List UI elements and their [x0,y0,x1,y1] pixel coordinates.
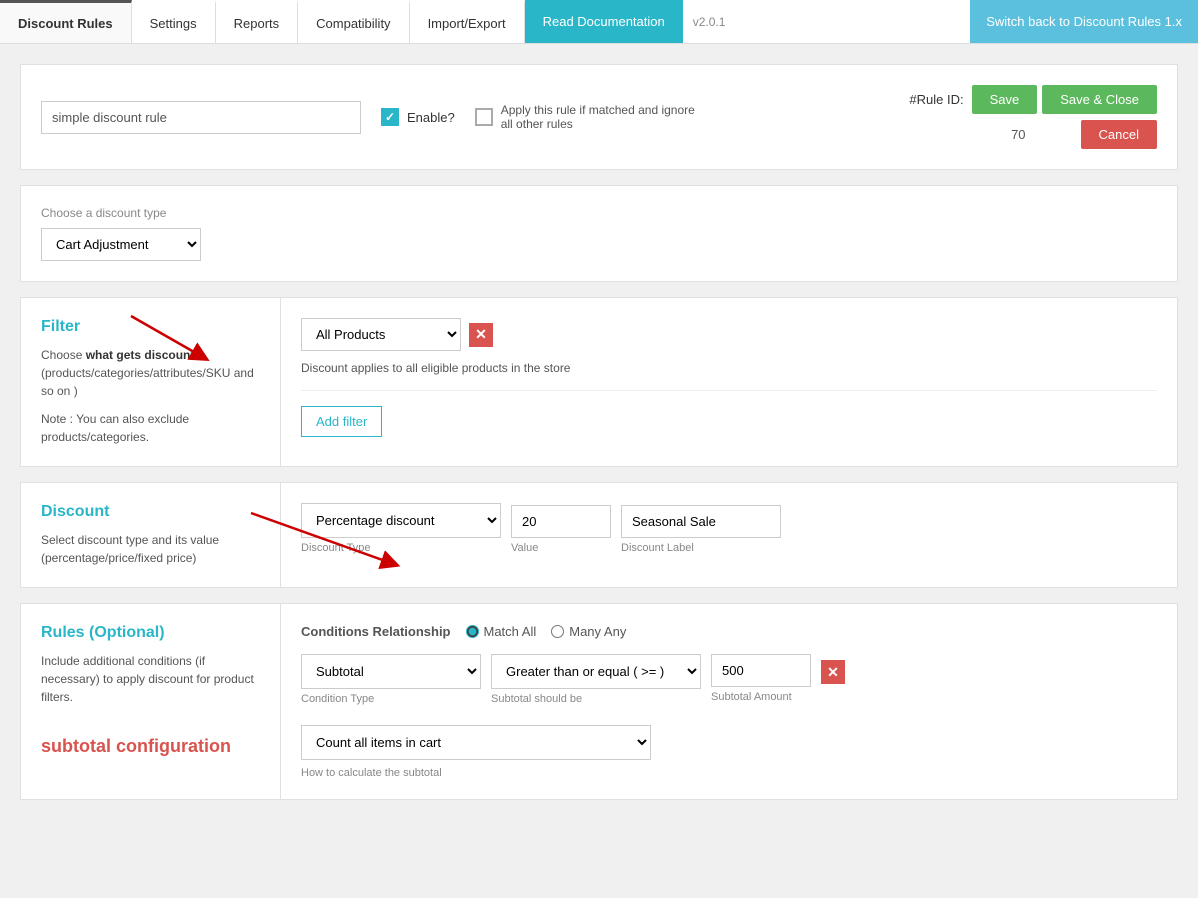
match-all-group: Match All [466,624,537,639]
main-content: Enable? Apply this rule if matched and i… [0,44,1198,835]
condition-type-label-text: Condition Type [301,693,481,705]
enable-label: Enable? [407,110,455,125]
discount-label-input[interactable] [621,505,781,538]
subtotal-calc-helper: How to calculate the subtotal [301,767,1157,779]
condition-val-label-text: Subtotal Amount [711,691,811,703]
condition-val-group: Subtotal Amount [711,654,811,703]
discount-value-input[interactable] [511,505,611,538]
filter-note: Note : You can also exclude products/cat… [41,410,260,446]
discount-label-group: Discount Label [621,505,781,554]
condition-op-label-text: Subtotal should be [491,693,701,705]
tab-reports[interactable]: Reports [216,0,299,43]
top-navigation: Discount Rules Settings Reports Compatib… [0,0,1198,44]
apply-rule-checkbox[interactable] [475,108,493,126]
filter-product-select[interactable]: All Products Specific Products Categorie… [301,318,461,351]
rules-desc: Include additional conditions (if necess… [41,652,260,706]
filter-description-text: Discount applies to all eligible product… [301,361,1157,391]
discount-type-label-text: Discount Type [301,542,501,554]
discount-inputs-row: Percentage discount Fixed discount Fixed… [301,503,1157,554]
rule-id-cancel-row: 70 Cancel [1011,120,1157,149]
cancel-button[interactable]: Cancel [1081,120,1157,149]
apply-rule-group: Apply this rule if matched and ignore al… [475,103,701,131]
condition-op-select[interactable]: Greater than or equal ( >= ) Less than o… [491,654,701,689]
rule-name-row: Enable? Apply this rule if matched and i… [41,85,1157,149]
discount-right-col: Percentage discount Fixed discount Fixed… [281,483,1177,587]
many-any-group: Many Any [551,624,626,639]
remove-condition-button[interactable]: ✕ [821,660,845,684]
filter-section: Filter Choose what gets discount (produc… [20,297,1178,467]
tab-import-export[interactable]: Import/Export [410,0,525,43]
read-docs-button[interactable]: Read Documentation [525,0,683,43]
discount-type-label: Choose a discount type [41,206,1157,220]
subtotal-calc-select[interactable]: Count all items in cart Count only speci… [301,725,651,760]
rule-name-input[interactable] [41,101,361,134]
discount-title: Discount [41,503,260,521]
save-button[interactable]: Save [972,85,1038,114]
rule-id-row: #Rule ID: Save Save & Close [909,85,1157,114]
many-any-radio[interactable] [551,625,564,638]
rule-id-label: #Rule ID: [909,92,963,107]
rules-left-col: Rules (Optional) Include additional cond… [21,604,281,799]
enable-checkbox[interactable] [381,108,399,126]
discount-type-dropdown[interactable]: Percentage discount Fixed discount Fixed… [301,503,501,538]
condition-type-select[interactable]: Subtotal Cart Quantity User Role [301,654,481,689]
subtotal-calc-group: Count all items in cart Count only speci… [301,725,1157,779]
enable-group: Enable? [381,108,455,126]
filter-left-col: Filter Choose what gets discount (produc… [21,298,281,466]
discount-desc: Select discount type and its value (perc… [41,531,260,567]
add-filter-button[interactable]: Add filter [301,406,382,437]
discount-type-group: Percentage discount Fixed discount Fixed… [301,503,501,554]
conditions-relationship: Conditions Relationship Match All Many A… [301,624,1157,639]
condition-row: Subtotal Cart Quantity User Role Conditi… [301,654,1157,705]
match-all-radio[interactable] [466,625,479,638]
discount-type-select[interactable]: Cart Adjustment Product Discount Bulk Di… [41,228,201,261]
apply-rule-label: Apply this rule if matched and ignore al… [501,103,701,131]
many-any-label: Many Any [569,624,626,639]
discount-type-section: Choose a discount type Cart Adjustment P… [20,185,1178,282]
rule-name-section: Enable? Apply this rule if matched and i… [20,64,1178,170]
save-close-button[interactable]: Save & Close [1042,85,1157,114]
version-label: v2.0.1 [683,0,736,43]
rules-title: Rules (Optional) [41,624,260,642]
filter-desc: Choose what gets discount (products/cate… [41,346,260,400]
condition-sub-row: Count all items in cart Count only speci… [301,715,1157,779]
tab-discount-rules[interactable]: Discount Rules [0,0,132,43]
discount-value-group: Value [511,505,611,554]
condition-op-group: Greater than or equal ( >= ) Less than o… [491,654,701,705]
rules-right-col: Conditions Relationship Match All Many A… [281,604,1177,799]
filter-row: All Products Specific Products Categorie… [301,318,1157,351]
remove-filter-button[interactable]: ✕ [469,323,493,347]
switch-back-button[interactable]: Switch back to Discount Rules 1.x [970,0,1198,43]
match-all-label: Match All [484,624,537,639]
discount-section: Discount Select discount type and its va… [20,482,1178,588]
rules-section: Rules (Optional) Include additional cond… [20,603,1178,800]
annotation-text: subtotal configuration [41,736,231,756]
conditions-relationship-label: Conditions Relationship [301,624,451,639]
filter-right-col: All Products Specific Products Categorie… [281,298,1177,466]
tab-compatibility[interactable]: Compatibility [298,0,409,43]
save-area: #Rule ID: Save Save & Close 70 Cancel [909,85,1157,149]
discount-value-label-text: Value [511,542,611,554]
condition-type-group: Subtotal Cart Quantity User Role Conditi… [301,654,481,705]
tab-settings[interactable]: Settings [132,0,216,43]
condition-value-input[interactable] [711,654,811,687]
discount-left-col: Discount Select discount type and its va… [21,483,281,587]
discount-label-label-text: Discount Label [621,542,781,554]
filter-title: Filter [41,318,260,336]
rule-id-number: 70 [1011,127,1025,142]
